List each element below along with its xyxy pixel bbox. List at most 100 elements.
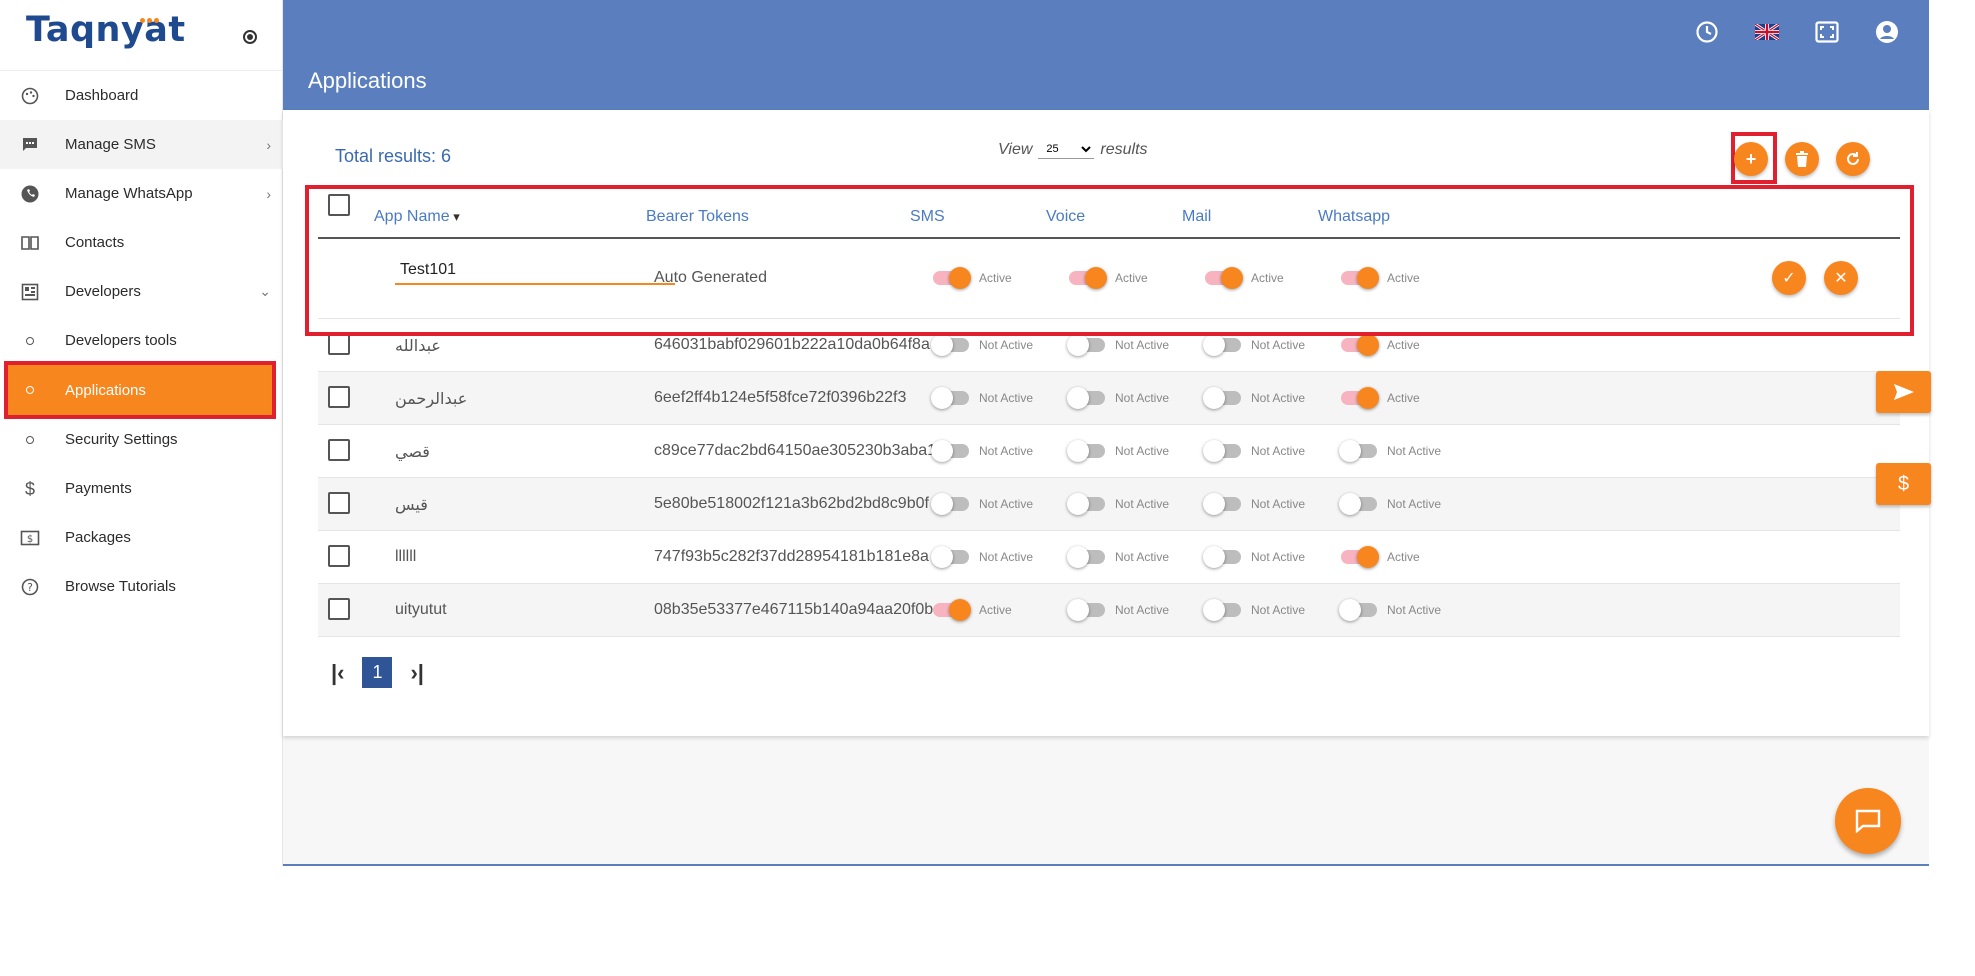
column-header-mail[interactable]: Mail bbox=[1182, 208, 1211, 226]
voice-toggle[interactable]: Not Active bbox=[1067, 546, 1169, 568]
mail-toggle[interactable]: Not Active bbox=[1203, 387, 1305, 409]
pagination: |‹ 1 ›| bbox=[331, 657, 424, 688]
mail-toggle[interactable]: Not Active bbox=[1203, 440, 1306, 462]
voice-toggle[interactable]: Not Active bbox=[1067, 493, 1169, 515]
refresh-button[interactable] bbox=[1836, 142, 1870, 176]
voice-toggle[interactable]: Not Active bbox=[1067, 440, 1169, 462]
svg-text:?: ? bbox=[27, 581, 33, 594]
whatsapp-toggle[interactable]: Active bbox=[1341, 334, 1420, 356]
table-row[interactable]: uityutut 08b35e53377e467115b140a94aa20f0b… bbox=[318, 584, 1900, 637]
table-row[interactable]: عبدالرحمن 6eef2ff4b124e5f58fce72f0396b22f… bbox=[318, 372, 1900, 425]
table-row[interactable]: llllll 747f93b5c282f37dd28954181b181e8a No… bbox=[318, 531, 1900, 584]
uk-flag-icon[interactable] bbox=[1755, 20, 1779, 44]
mail-toggle[interactable]: Not Active bbox=[1203, 493, 1306, 515]
toggle-label: Not Active bbox=[979, 338, 1034, 352]
sidebar-item-manage-sms[interactable]: Manage SMS › bbox=[0, 120, 283, 169]
voice-toggle[interactable]: Not Active bbox=[1067, 387, 1170, 409]
results-label: results bbox=[1100, 140, 1148, 158]
mail-toggle[interactable]: Active bbox=[1205, 267, 1284, 289]
toggle-label: Not Active bbox=[1251, 444, 1306, 458]
column-header-app-name[interactable]: App Name bbox=[374, 208, 460, 226]
sms-toggle[interactable]: Not Active bbox=[931, 493, 1033, 515]
results-per-page-select[interactable]: 25 bbox=[1038, 140, 1095, 159]
add-button[interactable]: + bbox=[1734, 142, 1768, 176]
token-cell: Auto Generated bbox=[654, 269, 767, 286]
toggle-label: Not Active bbox=[979, 550, 1034, 564]
svg-text:$: $ bbox=[27, 534, 33, 545]
cancel-button[interactable]: ✕ bbox=[1824, 261, 1858, 295]
first-page-icon[interactable]: |‹ bbox=[331, 660, 344, 686]
sidebar-item-applications[interactable]: Applications bbox=[4, 361, 276, 419]
sidebar-item-manage-whatsapp[interactable]: Manage WhatsApp › bbox=[0, 169, 283, 218]
toggle-label: Not Active bbox=[1115, 391, 1170, 405]
app-name-input[interactable] bbox=[395, 257, 675, 285]
sms-toggle[interactable]: Not Active bbox=[931, 334, 1034, 356]
whatsapp-toggle[interactable]: Active bbox=[1341, 267, 1420, 289]
sidebar-item-developers-tools[interactable]: Developers tools bbox=[0, 316, 283, 365]
sms-toggle[interactable]: Not Active bbox=[931, 387, 1033, 409]
chat-button[interactable] bbox=[1835, 788, 1901, 854]
view-label: View bbox=[998, 140, 1033, 158]
delete-button[interactable] bbox=[1785, 142, 1819, 176]
sidebar-item-packages[interactable]: $ Packages bbox=[0, 513, 283, 562]
column-header-voice[interactable]: Voice bbox=[1046, 208, 1085, 226]
row-checkbox[interactable] bbox=[328, 492, 350, 514]
table-body: عبدالله 646031babf029601b222a10da0b64f8a N… bbox=[318, 319, 1900, 637]
toggle-label: Active bbox=[1387, 391, 1420, 405]
column-header-sms[interactable]: SMS bbox=[910, 208, 945, 226]
column-header-whatsapp[interactable]: Whatsapp bbox=[1318, 208, 1390, 226]
sidebar-item-payments[interactable]: $ Payments bbox=[0, 464, 283, 513]
sms-toggle[interactable]: Not Active bbox=[931, 440, 1033, 462]
whatsapp-toggle[interactable]: Not Active bbox=[1339, 493, 1441, 515]
token-cell: 6eef2ff4b124e5f58fce72f0396b22f3 bbox=[654, 389, 907, 406]
whatsapp-toggle[interactable]: Active bbox=[1341, 387, 1420, 409]
history-icon[interactable] bbox=[1695, 20, 1719, 44]
toggle-label: Not Active bbox=[1251, 497, 1306, 511]
mail-toggle[interactable]: Not Active bbox=[1203, 546, 1306, 568]
column-header-bearer-tokens[interactable]: Bearer Tokens bbox=[646, 208, 749, 226]
table-row[interactable]: عبدالله 646031babf029601b222a10da0b64f8a N… bbox=[318, 319, 1900, 372]
sidebar-item-contacts[interactable]: Contacts bbox=[0, 218, 283, 267]
table-row[interactable]: قصي c89ce77dac2bd64150ae305230b3aba1 Not A… bbox=[318, 425, 1900, 478]
app-name-cell: عبدالله bbox=[395, 338, 441, 355]
toggle-label: Active bbox=[1387, 338, 1420, 352]
sidebar-collapse-toggle[interactable] bbox=[243, 30, 257, 44]
row-checkbox[interactable] bbox=[328, 333, 350, 355]
sidebar-item-label: Browse Tutorials bbox=[65, 578, 176, 595]
sidebar-item-security-settings[interactable]: Security Settings bbox=[0, 415, 283, 464]
sidebar-item-dashboard[interactable]: Dashboard bbox=[0, 71, 283, 120]
sidebar-item-browse-tutorials[interactable]: ? Browse Tutorials bbox=[0, 562, 283, 611]
row-checkbox[interactable] bbox=[328, 545, 350, 567]
toggle-label: Not Active bbox=[1387, 603, 1442, 617]
table-row[interactable]: قيس 5e80be518002f121a3b62bd2bd8c9b0f Not A… bbox=[318, 478, 1900, 531]
fullscreen-icon[interactable] bbox=[1815, 20, 1839, 44]
confirm-button[interactable]: ✓ bbox=[1772, 261, 1806, 295]
voice-toggle[interactable]: Active bbox=[1069, 267, 1148, 289]
sidebar-item-label: Dashboard bbox=[65, 87, 139, 104]
row-checkbox[interactable] bbox=[328, 598, 350, 620]
voice-toggle[interactable]: Not Active bbox=[1067, 599, 1169, 621]
mail-toggle[interactable]: Not Active bbox=[1203, 599, 1305, 621]
whatsapp-toggle[interactable]: Not Active bbox=[1339, 599, 1442, 621]
row-checkbox[interactable] bbox=[328, 439, 350, 461]
row-checkbox[interactable] bbox=[328, 386, 350, 408]
whatsapp-toggle[interactable]: Active bbox=[1341, 546, 1420, 568]
mail-toggle[interactable]: Not Active bbox=[1203, 334, 1305, 356]
table-toolbar: + bbox=[1734, 142, 1870, 176]
sms-toggle[interactable]: Not Active bbox=[931, 546, 1034, 568]
payment-button[interactable]: $ bbox=[1876, 463, 1931, 505]
send-button[interactable] bbox=[1876, 371, 1931, 413]
toggle-label: Not Active bbox=[1251, 550, 1306, 564]
last-page-icon[interactable]: ›| bbox=[410, 660, 423, 686]
sms-toggle[interactable]: Active bbox=[933, 599, 1012, 621]
account-icon[interactable] bbox=[1875, 20, 1899, 44]
message-icon bbox=[20, 135, 40, 155]
voice-toggle[interactable]: Not Active bbox=[1067, 334, 1169, 356]
sidebar-item-developers[interactable]: Developers ⌄ bbox=[0, 267, 283, 316]
chat-icon bbox=[1855, 809, 1881, 833]
taqnyat-logo[interactable]: Taqnyat bbox=[26, 10, 186, 60]
page-number-current[interactable]: 1 bbox=[362, 657, 393, 688]
whatsapp-toggle[interactable]: Not Active bbox=[1339, 440, 1441, 462]
select-all-checkbox[interactable] bbox=[328, 194, 350, 216]
sms-toggle[interactable]: Active bbox=[933, 267, 1012, 289]
